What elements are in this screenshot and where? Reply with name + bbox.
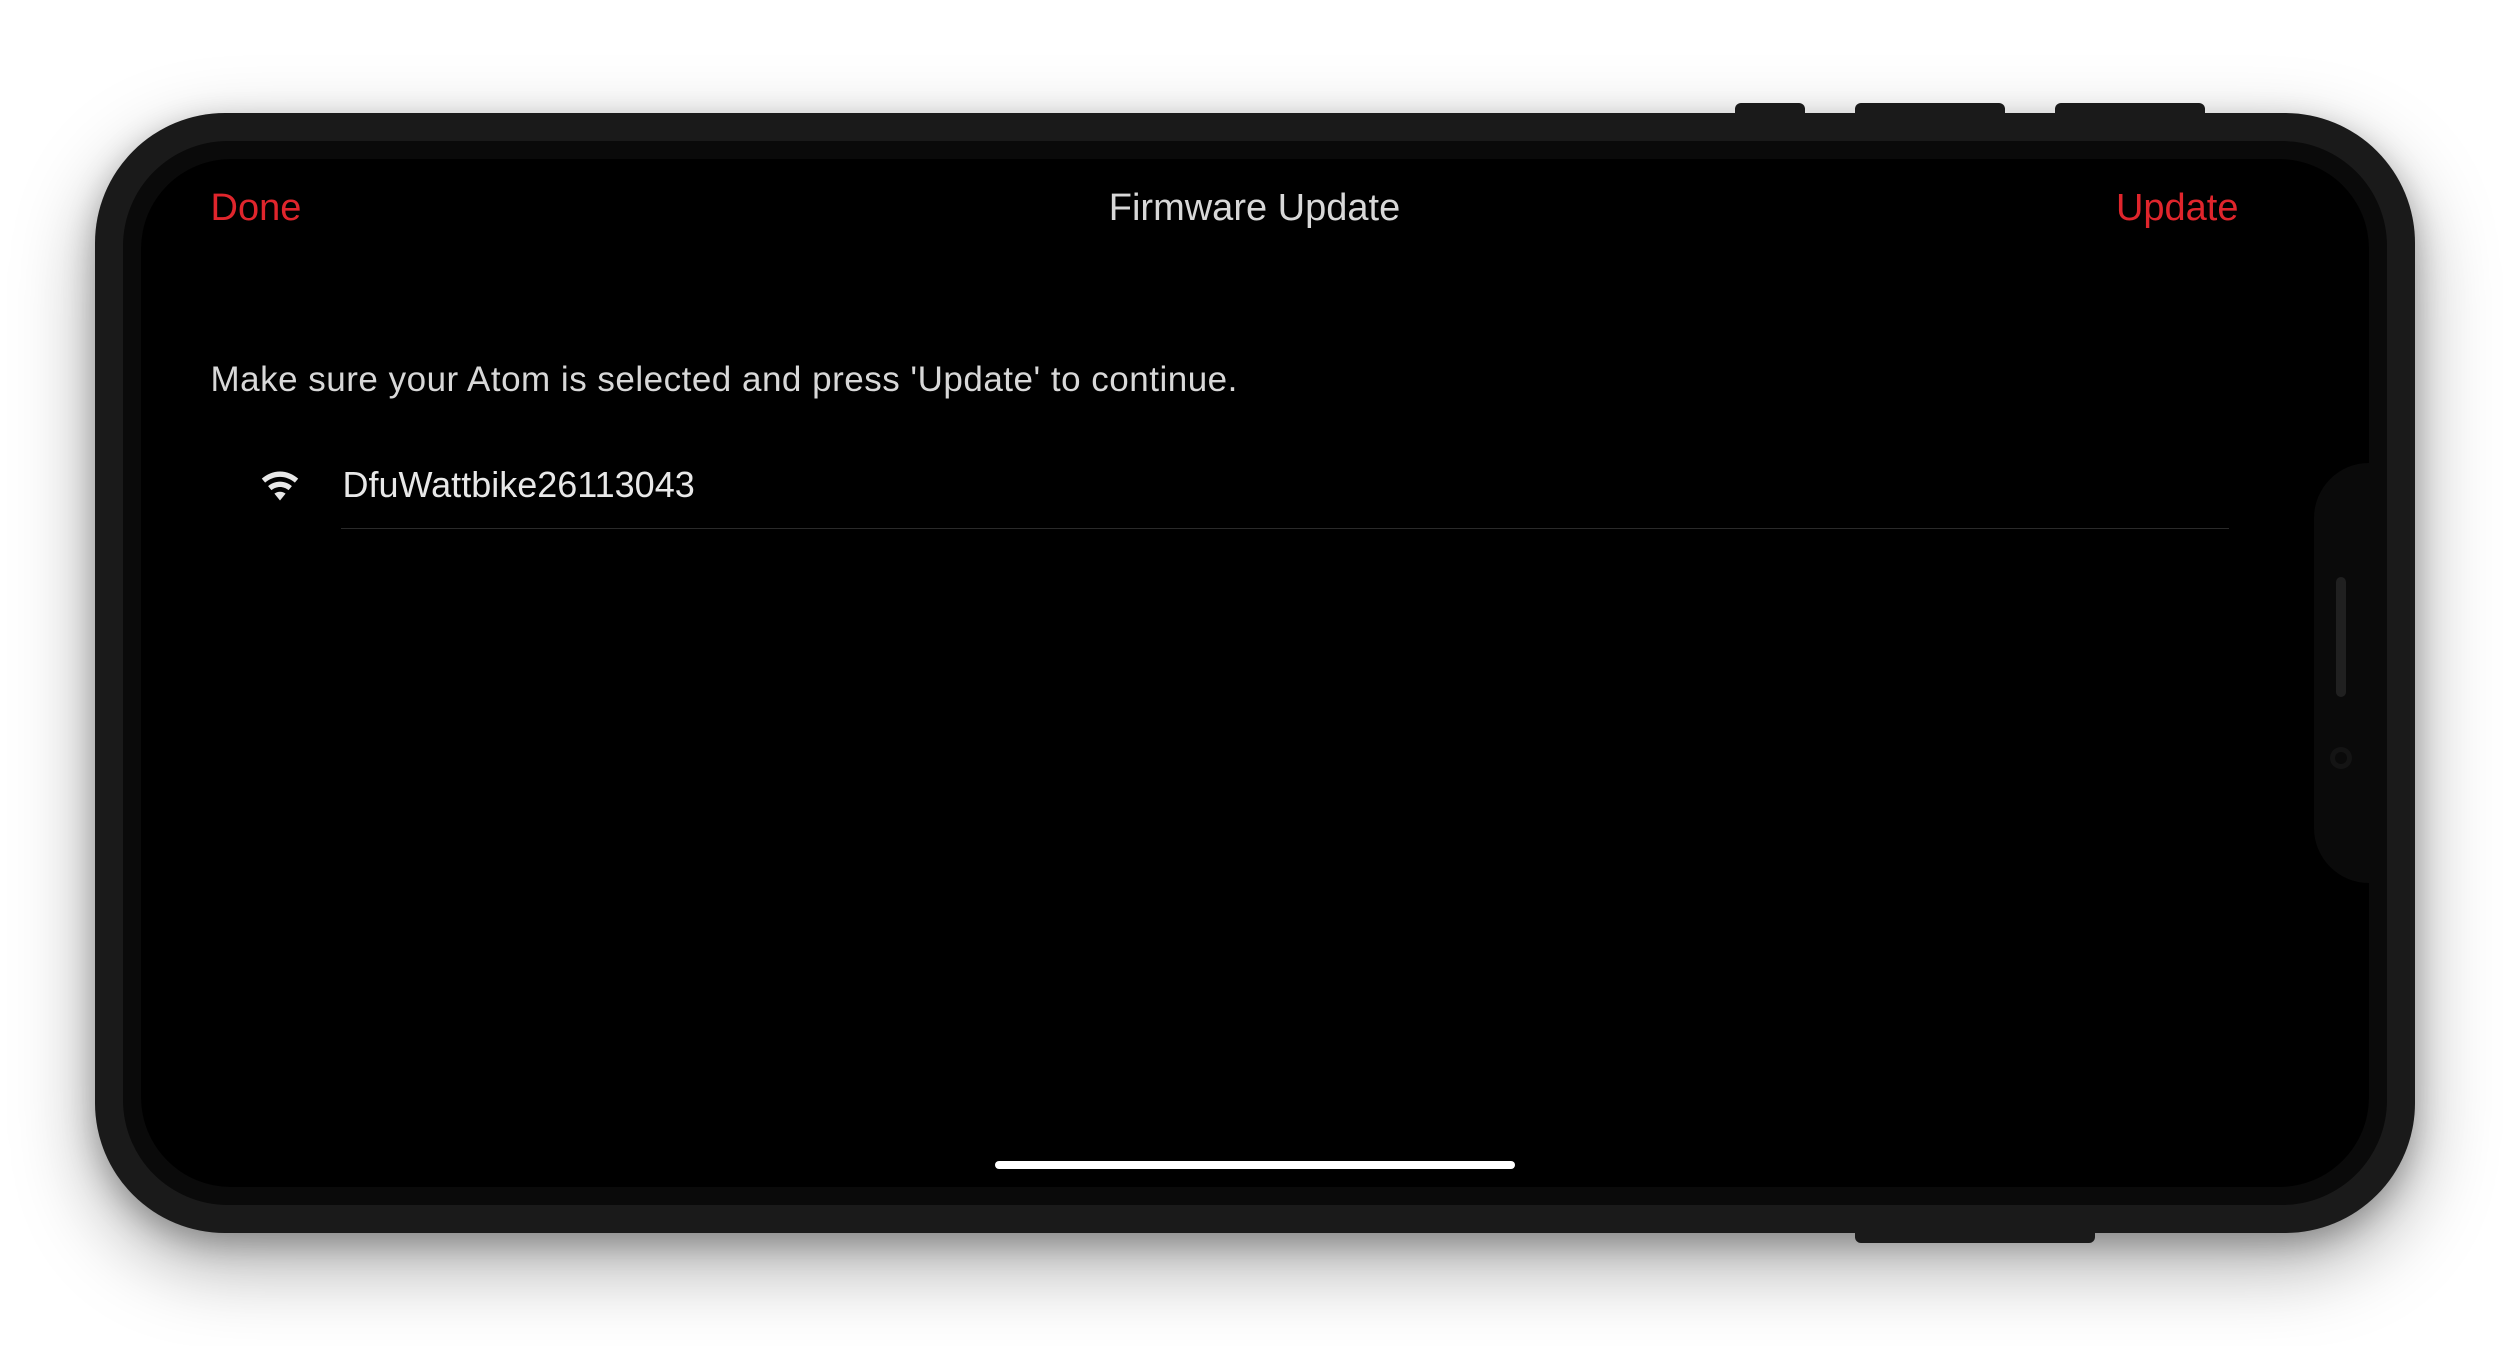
phone-bezel: Done Firmware Update Update Make sure yo… <box>123 141 2387 1205</box>
instruction-text: Make sure your Atom is selected and pres… <box>211 360 2299 400</box>
notch <box>2314 463 2369 883</box>
device-row[interactable]: DfuWattbike26113043 <box>211 450 2299 528</box>
update-button[interactable]: Update <box>2039 187 2299 230</box>
speaker-grille <box>2336 577 2346 697</box>
content-area: Make sure your Atom is selected and pres… <box>141 250 2369 529</box>
front-camera <box>2330 747 2352 769</box>
nav-bar: Done Firmware Update Update <box>141 159 2369 250</box>
physical-button <box>1855 1233 2095 1243</box>
home-indicator[interactable] <box>995 1161 1515 1169</box>
physical-button <box>1735 103 1805 113</box>
done-button[interactable]: Done <box>211 187 471 230</box>
wifi-icon <box>259 469 301 501</box>
page-title: Firmware Update <box>471 187 2039 230</box>
screen: Done Firmware Update Update Make sure yo… <box>141 159 2369 1187</box>
physical-button <box>2055 103 2205 113</box>
phone-frame: Done Firmware Update Update Make sure yo… <box>95 113 2415 1233</box>
device-name: DfuWattbike26113043 <box>343 464 695 506</box>
physical-button <box>1855 103 2005 113</box>
divider <box>341 528 2229 529</box>
